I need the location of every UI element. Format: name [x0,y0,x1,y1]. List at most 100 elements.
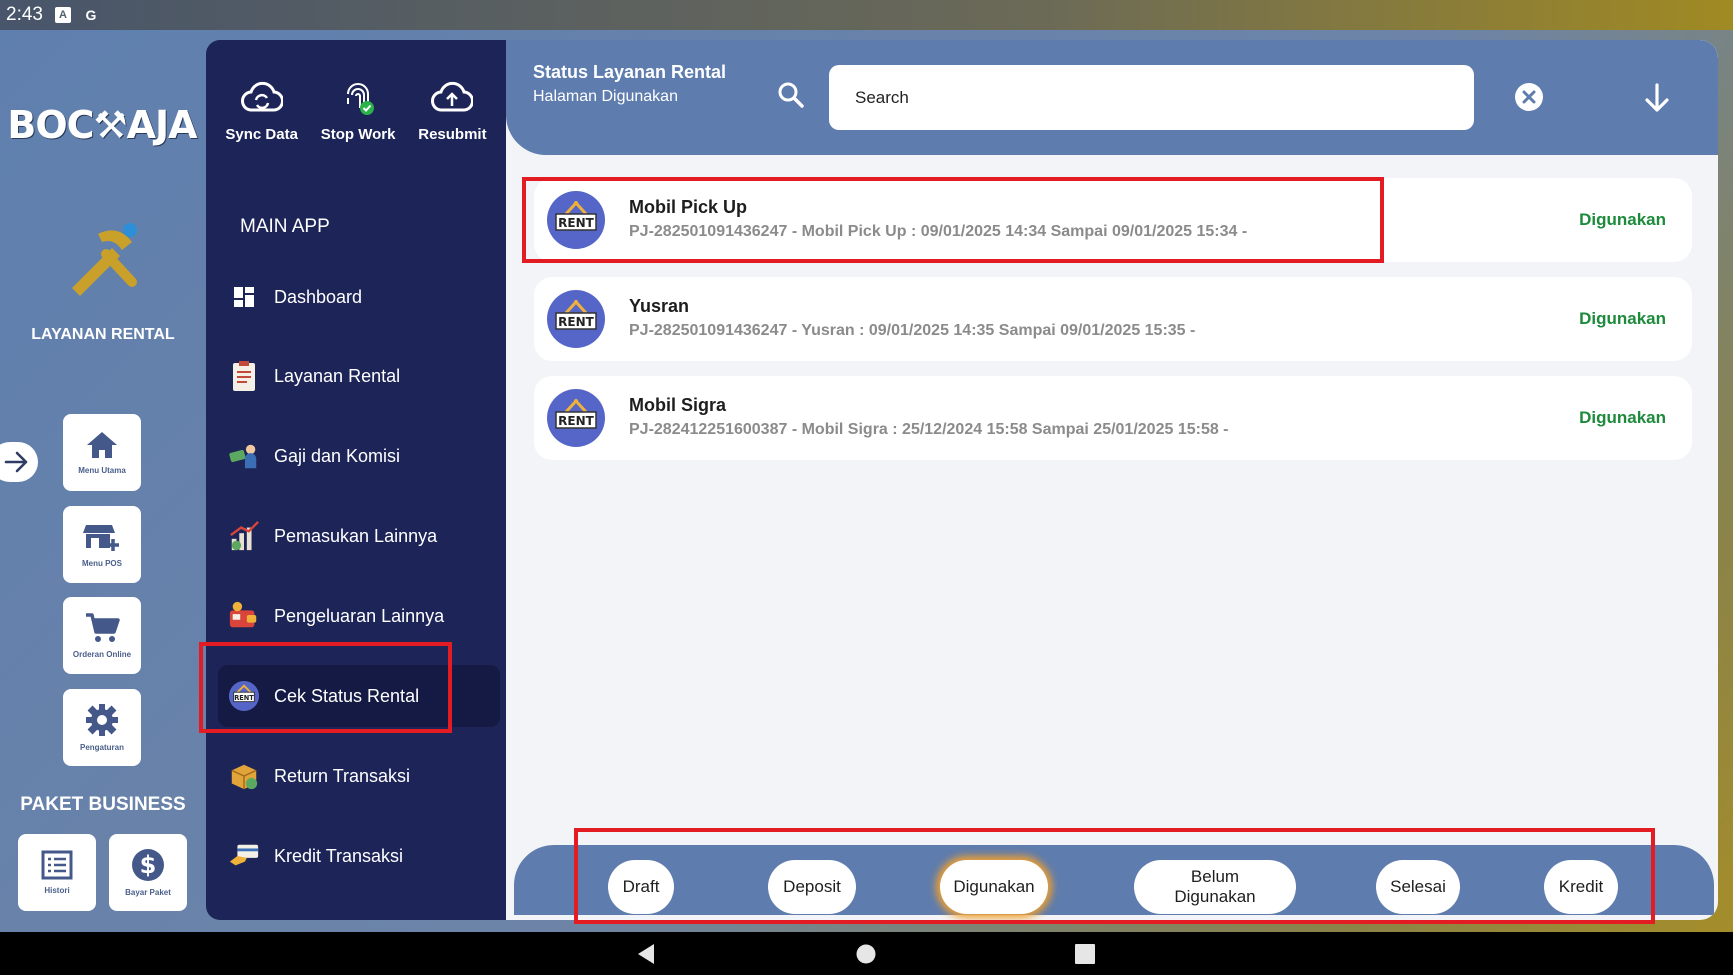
menu-utama-label: Menu Utama [78,466,126,475]
item-name: Yusran [629,296,690,316]
rent-avatar-icon: RENT [547,290,605,348]
main-menu: Sync Data Stop Work Resubmit MAIN APP Da… [206,40,506,920]
page-title: Status Layanan Rental [533,62,727,82]
item-detail: PJ-282412251600387 - Mobil Sigra : 25/12… [629,421,1229,438]
list-item[interactable]: RENT Yusran PJ-282501091436247 - Yusran … [534,277,1692,361]
salary-icon [228,440,260,472]
app-root: BOC⚒AJA LAYANAN RENTAL Menu Utama Menu P… [0,30,1733,932]
left-rail: BOC⚒AJA LAYANAN RENTAL Menu Utama Menu P… [0,30,206,932]
menu-pos-button[interactable]: Menu POS [63,506,141,583]
search-input[interactable] [829,65,1474,130]
system-nav-bar [0,932,1733,975]
resubmit-label: Resubmit [418,126,487,143]
filter-deposit[interactable]: Deposit [768,860,856,914]
menu-item-label: Cek Status Rental [274,685,420,706]
cloud-upload-icon [431,82,474,112]
cloud-sync-icon [240,82,283,112]
stop-work-button[interactable]: Stop Work [320,80,396,143]
list-item[interactable]: RENT Mobil Sigra PJ-282412251600387 - Mo… [534,376,1692,460]
svg-text:RENT: RENT [558,315,594,329]
clear-search-icon[interactable] [1514,82,1544,117]
back-icon[interactable] [636,943,656,965]
menu-item-label: Pemasukan Lainnya [274,525,438,546]
bayar-paket-button[interactable]: $ Bayar Paket [109,834,187,911]
main-app-heading: MAIN APP [240,216,330,237]
menu-item-gaji-komisi[interactable]: Gaji dan Komisi [218,425,500,487]
pengaturan-label: Pengaturan [79,743,124,752]
sync-data-label: Sync Data [225,126,298,143]
menu-item-pemasukan-lainnya[interactable]: Pemasukan Lainnya [218,505,500,567]
google-icon: G [85,7,97,23]
sync-data-button[interactable]: Sync Data [225,80,298,143]
histori-button[interactable]: Histori [18,834,96,911]
status-filter-bar: Draft Deposit Digunakan Belum Digunakan … [514,845,1714,915]
item-detail: PJ-282501091436247 - Yusran : 09/01/2025… [629,322,1196,339]
return-box-icon [228,760,260,792]
rent-sign-icon: RENT [228,680,260,712]
menu-item-pengeluaran-lainnya[interactable]: Pengeluaran Lainnya [218,585,500,647]
menu-item-return-transaksi[interactable]: Return Transaksi [218,745,500,807]
list-icon [41,850,73,880]
menu-pos-label: Menu POS [81,559,122,568]
list-item[interactable]: RENT Mobil Pick Up PJ-282501091436247 - … [534,178,1692,262]
resubmit-button[interactable]: Resubmit [418,80,487,143]
filter-digunakan[interactable]: Digunakan [940,860,1048,914]
content-panel: Status Layanan Rental Halaman Digunakan … [506,40,1718,920]
clock: 2:43 [6,4,43,25]
bayar-paket-label: Bayar Paket [125,888,171,897]
menu-item-layanan-rental[interactable]: Layanan Rental [218,345,500,407]
menu-top-actions: Sync Data Stop Work Resubmit [206,80,506,143]
svg-text:$: $ [140,851,157,879]
status-bar: 2:43 A G [0,0,1733,30]
recents-icon[interactable] [1075,944,1095,964]
app-logo: BOC⚒AJA [7,103,197,147]
notification-a-icon: A [54,7,71,23]
page-subtitle: Halaman Digunakan [533,88,678,105]
rail-title: LAYANAN RENTAL [31,326,175,343]
histori-label: Histori [44,886,70,895]
item-name: Mobil Pick Up [629,197,748,217]
svg-text:RENT: RENT [558,216,594,230]
expense-wallet-icon [228,600,260,632]
menu-item-dashboard[interactable]: Dashboard [218,266,500,328]
menu-utama-button[interactable]: Menu Utama [63,414,141,491]
clipboard-icon [228,360,260,392]
cart-icon [86,613,120,642]
dollar-icon: $ [132,849,164,881]
menu-item-label: Dashboard [274,286,363,307]
stop-work-label: Stop Work [320,126,396,143]
status-badge: Digunakan [1579,210,1666,229]
menu-item-label: Kredit Transaksi [274,845,404,866]
status-badge: Digunakan [1579,309,1666,328]
item-name: Mobil Sigra [629,395,727,415]
rent-avatar-icon: RENT [547,389,605,447]
expand-rail-button[interactable] [0,442,38,482]
search-icon[interactable] [776,80,806,115]
filter-draft[interactable]: Draft [608,860,674,914]
arrow-right-icon [4,451,28,473]
menu-item-label: Layanan Rental [274,365,401,386]
orderan-online-button[interactable]: Orderan Online [63,597,141,674]
paket-title: PAKET BUSINESS [20,794,186,815]
menu-item-label: Gaji dan Komisi [274,445,401,466]
pengaturan-button[interactable]: Pengaturan [63,689,141,766]
item-detail: PJ-282501091436247 - Mobil Pick Up : 09/… [629,223,1248,240]
fingerprint-icon [347,83,375,115]
arrow-down-icon[interactable] [1642,82,1672,119]
home-nav-icon[interactable] [856,944,876,964]
rental-app-icon [62,220,142,300]
menu-item-cek-status-rental[interactable]: RENT Cek Status Rental [218,665,500,727]
home-icon [87,432,117,458]
content-header: Status Layanan Rental Halaman Digunakan [506,40,1718,155]
orderan-online-label: Orderan Online [72,650,132,659]
gear-icon [86,704,118,736]
income-chart-icon [228,520,260,552]
menu-item-label: Return Transaksi [274,765,411,786]
filter-belum-digunakan[interactable]: Belum Digunakan [1134,860,1296,914]
svg-text:RENT: RENT [234,694,254,702]
filter-kredit[interactable]: Kredit [1544,860,1618,914]
filter-selesai[interactable]: Selesai [1376,860,1460,914]
store-add-icon [83,525,119,551]
menu-item-kredit-transaksi[interactable]: Kredit Transaksi [218,825,500,887]
dashboard-icon [228,281,260,313]
